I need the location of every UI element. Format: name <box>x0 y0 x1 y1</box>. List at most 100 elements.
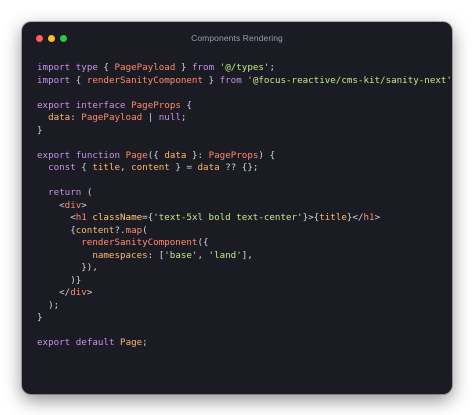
code-token: className <box>92 212 143 223</box>
window-titlebar: Components Rendering <box>22 22 452 56</box>
code-token: renderSanityComponent <box>86 74 203 86</box>
code-line: <h1 className={'text-5xl bold text-cente… <box>37 212 452 225</box>
code-token: const <box>48 162 76 173</box>
code-token: { <box>97 62 115 73</box>
code-token: h1 <box>363 212 375 223</box>
code-token: data <box>48 112 71 123</box>
code-line: renderSanityComponent({ <box>37 237 452 250</box>
code-line: export interface PageProps { <box>37 100 452 113</box>
code-token: ; <box>142 337 148 348</box>
code-token: } <box>37 124 43 136</box>
code-token: > <box>81 199 87 211</box>
code-token: interface <box>75 99 126 111</box>
code-token: < <box>37 212 76 223</box>
code-token: ; <box>180 112 187 123</box>
code-token: default <box>75 337 115 348</box>
code-token: type <box>75 62 98 73</box>
code-line: </div> <box>37 287 452 300</box>
code-token: }</ <box>346 212 364 223</box>
code-token: ({ <box>147 149 165 161</box>
window-title: Components Rendering <box>191 33 283 43</box>
code-line: export function Page({ data }: PageProps… <box>37 150 452 163</box>
code-token: 'base' <box>164 249 198 261</box>
code-token: | <box>142 112 159 123</box>
code-token: PagePayload <box>114 62 176 73</box>
code-token: Page <box>120 337 143 348</box>
code-token: renderSanityComponent <box>81 237 198 248</box>
code-line: <div> <box>37 200 452 213</box>
code-token: > <box>374 212 381 223</box>
code-token: ( <box>81 187 93 198</box>
code-line: {content?.map( <box>37 225 452 238</box>
code-token: ], <box>241 249 253 261</box>
code-line: ); <box>37 300 452 313</box>
code-token: </ <box>37 287 71 298</box>
code-token: '@focus-reactive/cms-kit/sanity-next' <box>247 74 452 86</box>
code-token: PagePayload <box>81 112 143 123</box>
code-token: '@/types' <box>219 62 270 73</box>
code-token: div <box>64 199 82 211</box>
code-token: null <box>158 112 181 123</box>
code-token: > <box>86 287 93 298</box>
code-token: from <box>219 74 242 86</box>
code-token: )} <box>37 274 82 286</box>
code-token: 'text-5xl bold text-center' <box>153 212 303 223</box>
code-token: { <box>37 224 76 236</box>
code-token: { <box>75 162 93 173</box>
code-line: } <box>37 125 452 138</box>
code-line: import type { PagePayload } from '@/type… <box>37 62 452 75</box>
code-token: : <box>70 112 82 123</box>
code-token: map <box>125 224 143 236</box>
code-token: ; <box>269 62 275 73</box>
code-token: ); <box>37 299 60 311</box>
code-line: return ( <box>37 187 452 200</box>
code-line: )} <box>37 275 452 288</box>
code-token: export <box>37 337 71 348</box>
code-token: import <box>37 62 71 73</box>
code-block: import type { PagePayload } from '@/type… <box>37 62 452 350</box>
code-token: export <box>37 99 71 111</box>
code-window: Components Rendering import type { PageP… <box>22 22 452 394</box>
code-token: return <box>48 187 82 198</box>
code-token: < <box>37 199 65 211</box>
code-token: export <box>37 149 71 161</box>
code-line: }), <box>37 262 452 275</box>
code-token: ={ <box>142 212 154 223</box>
code-line: namespaces: ['base', 'land'], <box>37 250 452 263</box>
code-token: }>{ <box>302 212 320 223</box>
code-token: ?. <box>114 224 126 236</box>
code-token: }), <box>37 262 98 273</box>
code-token: ( <box>142 224 148 236</box>
code-token: data <box>164 149 187 161</box>
code-token: }: <box>186 149 209 161</box>
code-token: } <box>202 74 220 86</box>
code-token: PageProps <box>208 149 259 161</box>
code-token: , <box>197 249 209 261</box>
code-line: data: PagePayload | null; <box>37 112 452 125</box>
code-token: title <box>319 212 347 223</box>
code-token: ({ <box>197 237 209 248</box>
code-token: h1 <box>75 212 87 223</box>
code-token: Page <box>125 149 148 161</box>
code-line: } <box>37 312 452 325</box>
code-token: content <box>75 224 115 236</box>
code-token: 'land' <box>208 249 242 261</box>
code-token: PageProps <box>131 99 181 111</box>
code-token: } <box>37 312 43 323</box>
code-token: } = <box>169 162 198 173</box>
code-token: ) { <box>258 149 275 161</box>
code-line: const { title, content } = data ?? {}; <box>37 162 452 175</box>
code-token: } <box>175 62 192 73</box>
code-token: div <box>70 287 87 298</box>
code-line: export default Page; <box>37 337 452 350</box>
code-token: { <box>180 99 192 111</box>
code-token: import <box>37 74 71 86</box>
